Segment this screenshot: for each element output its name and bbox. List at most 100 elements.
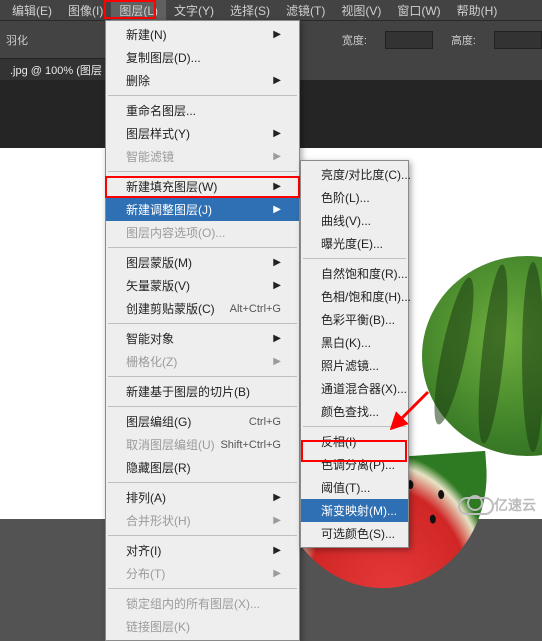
- menu_sub-item[interactable]: 照片滤镜...: [301, 354, 408, 377]
- menu_main-item[interactable]: 排列(A) ▶: [106, 486, 299, 509]
- menu_main-item[interactable]: 删除 ▶: [106, 69, 299, 92]
- menu-separator: [108, 588, 297, 589]
- menu-item-label: 隐藏图层(R): [126, 459, 191, 476]
- menu_sub-item[interactable]: 亮度/对比度(C)...: [301, 163, 408, 186]
- menu-item-label: 色阶(L)...: [321, 189, 370, 206]
- menu_sub-item[interactable]: 颜色查找...: [301, 400, 408, 423]
- menu_main-item[interactable]: 复制图层(D)...: [106, 46, 299, 69]
- chevron-right-icon: ▶: [273, 280, 281, 291]
- menu-item-label: 分布(T): [126, 565, 165, 582]
- menu-item-label: 矢量蒙版(V): [126, 277, 190, 294]
- menu-item-label: 色彩平衡(B)...: [321, 311, 395, 328]
- menu-item-label: 新建填充图层(W): [126, 178, 217, 195]
- menu_main-item: 合并形状(H)▶: [106, 509, 299, 532]
- menu-item-label: 取消图层编组(U): [126, 436, 215, 453]
- menubar-item-window[interactable]: 窗口(W): [389, 0, 448, 21]
- menu-item-label: 栅格化(Z): [126, 353, 177, 370]
- menu-layer: 新建(N)▶复制图层(D)...删除▶重命名图层...图层样式(Y)▶智能滤镜▶…: [105, 20, 300, 641]
- menu-item-label: 锁定组内的所有图层(X)...: [126, 595, 260, 612]
- menu_main-item[interactable]: 图层编组(G) Ctrl+G: [106, 410, 299, 433]
- menu-item-label: 新建调整图层(J): [126, 201, 212, 218]
- menubar-item-select[interactable]: 选择(S): [222, 0, 278, 21]
- menu-separator: [303, 426, 406, 427]
- menubar-item-layer[interactable]: 图层(L): [111, 0, 166, 21]
- menu_sub-item[interactable]: 通道混合器(X)...: [301, 377, 408, 400]
- menu_sub-item[interactable]: 色相/饱和度(H)...: [301, 285, 408, 308]
- menu_sub-item[interactable]: 黑白(K)...: [301, 331, 408, 354]
- menu_main-item: 链接图层(K): [106, 615, 299, 638]
- menu-item-label: 复制图层(D)...: [126, 49, 201, 66]
- chevron-right-icon: ▶: [273, 257, 281, 268]
- menu_main-item: 锁定组内的所有图层(X)...: [106, 592, 299, 615]
- menu_main-item: 栅格化(Z) ▶: [106, 350, 299, 373]
- chevron-right-icon: ▶: [273, 515, 281, 526]
- menubar: 编辑(E) 图像(I) 图层(L) 文字(Y) 选择(S) 滤镜(T) 视图(V…: [0, 0, 542, 20]
- menu_sub-item[interactable]: 自然饱和度(R)...: [301, 262, 408, 285]
- menu_main-item[interactable]: 智能对象 ▶: [106, 327, 299, 350]
- menu_sub-item[interactable]: 曲线(V)...: [301, 209, 408, 232]
- menu_sub-item[interactable]: 色调分离(P)...: [301, 453, 408, 476]
- menu_sub-item[interactable]: 阈值(T)...: [301, 476, 408, 499]
- menu_main-item[interactable]: 新建调整图层(J) ▶: [106, 198, 299, 221]
- menu_sub-item[interactable]: 可选颜色(S)...: [301, 522, 408, 545]
- menu-item-label: 颜色查找...: [321, 403, 379, 420]
- menu-item-label: 链接图层(K): [126, 618, 190, 635]
- menu-item-label: 阈值(T)...: [321, 479, 370, 496]
- menu-item-label: 照片滤镜...: [321, 357, 379, 374]
- menu-item-shortcut: Ctrl+G: [249, 416, 281, 428]
- menubar-item-edit[interactable]: 编辑(E): [4, 0, 60, 21]
- menu-item-label: 排列(A): [126, 489, 166, 506]
- chevron-right-icon: ▶: [273, 333, 281, 344]
- menu_main-item[interactable]: 隐藏图层(R): [106, 456, 299, 479]
- menu-item-label: 图层编组(G): [126, 413, 191, 430]
- menu-item-label: 对齐(I): [126, 542, 161, 559]
- menu_main-item[interactable]: 新建基于图层的切片(B): [106, 380, 299, 403]
- menu-item-label: 通道混合器(X)...: [321, 380, 407, 397]
- menu-separator: [108, 95, 297, 96]
- menu_main-item[interactable]: 对齐(I)▶: [106, 539, 299, 562]
- menu_sub-item[interactable]: 色彩平衡(B)...: [301, 308, 408, 331]
- menu-item-label: 图层内容选项(O)...: [126, 224, 225, 241]
- image-watermelon-whole: [422, 256, 542, 456]
- menu_main-item[interactable]: 新建填充图层(W)▶: [106, 175, 299, 198]
- menu-item-label: 图层样式(Y): [126, 125, 190, 142]
- menu_main-item[interactable]: 图层蒙版(M) ▶: [106, 251, 299, 274]
- chevron-right-icon: ▶: [273, 204, 281, 215]
- width-input[interactable]: [385, 31, 433, 49]
- menu_main-item: 分布(T)▶: [106, 562, 299, 585]
- menu_main-item[interactable]: 新建(N)▶: [106, 23, 299, 46]
- menu_main-item[interactable]: 图层样式(Y)▶: [106, 122, 299, 145]
- menu-item-label: 智能滤镜: [126, 148, 174, 165]
- menu-item-label: 可选颜色(S)...: [321, 525, 395, 542]
- menu-item-label: 曲线(V)...: [321, 212, 371, 229]
- chevron-right-icon: ▶: [273, 75, 281, 86]
- menu-item-label: 黑白(K)...: [321, 334, 371, 351]
- menubar-item-help[interactable]: 帮助(H): [449, 0, 506, 21]
- menu_sub-item[interactable]: 色阶(L)...: [301, 186, 408, 209]
- menubar-item-filter[interactable]: 滤镜(T): [278, 0, 333, 21]
- menu_sub-item[interactable]: 反相(I): [301, 430, 408, 453]
- menu_main-item[interactable]: 重命名图层...: [106, 99, 299, 122]
- submenu-new-adjustment-layer: 亮度/对比度(C)... 色阶(L)... 曲线(V)... 曝光度(E)... 自然饱…: [300, 160, 409, 548]
- menu-separator: [108, 376, 297, 377]
- menu-separator: [108, 247, 297, 248]
- chevron-right-icon: ▶: [273, 356, 281, 367]
- menu_main-item[interactable]: 创建剪贴蒙版(C)Alt+Ctrl+G: [106, 297, 299, 320]
- menu-item-label: 色相/饱和度(H)...: [321, 288, 411, 305]
- menu-item-label: 智能对象: [126, 330, 174, 347]
- menubar-item-type[interactable]: 文字(Y): [166, 0, 222, 21]
- watermark-text: 亿速云: [494, 495, 536, 515]
- menu-item-label: 创建剪贴蒙版(C): [126, 300, 215, 317]
- menubar-item-image[interactable]: 图像(I): [60, 0, 111, 21]
- menu-item-label: 自然饱和度(R)...: [321, 265, 408, 282]
- menu-item-label: 图层蒙版(M): [126, 254, 192, 271]
- menu_sub-item[interactable]: 曝光度(E)...: [301, 232, 408, 255]
- width-label: 宽度:: [342, 32, 367, 48]
- chevron-right-icon: ▶: [273, 492, 281, 503]
- height-input[interactable]: [494, 31, 542, 49]
- menu-item-label: 曝光度(E)...: [321, 235, 383, 252]
- menubar-item-view[interactable]: 视图(V): [333, 0, 389, 21]
- menu-item-label: 删除: [126, 72, 150, 89]
- cloud-icon: [458, 495, 490, 515]
- menu_main-item[interactable]: 矢量蒙版(V) ▶: [106, 274, 299, 297]
